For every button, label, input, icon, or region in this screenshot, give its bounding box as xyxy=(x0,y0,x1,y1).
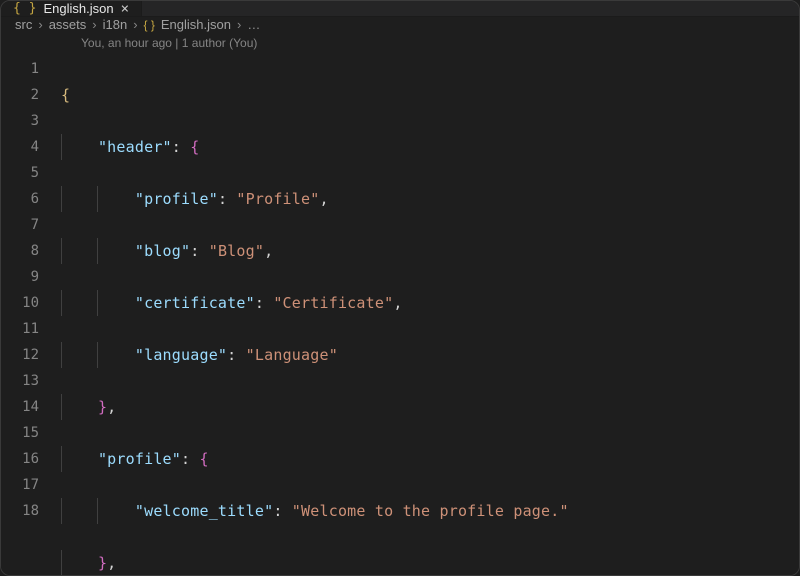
chevron-right-icon: › xyxy=(38,17,42,32)
chevron-right-icon: › xyxy=(92,17,96,32)
line-number: 7 xyxy=(1,212,61,238)
breadcrumb[interactable]: src › assets › i18n › { } English.json ›… xyxy=(1,17,799,32)
line-number: 8 xyxy=(1,238,61,264)
line-number: 18 xyxy=(1,498,61,524)
line-number: 1 xyxy=(1,56,61,82)
chevron-right-icon: › xyxy=(237,17,241,32)
breadcrumb-seg-file[interactable]: English.json xyxy=(161,17,231,32)
breadcrumb-seg-i18n[interactable]: i18n xyxy=(103,17,128,32)
line-number: 13 xyxy=(1,368,61,394)
line-number: 5 xyxy=(1,160,61,186)
line-number: 6 xyxy=(1,186,61,212)
editor-wrapper: You, an hour ago | 1 author (You) 1 2 3 … xyxy=(1,32,799,576)
breadcrumb-seg-src[interactable]: src xyxy=(15,17,32,32)
line-number: 4 xyxy=(1,134,61,160)
line-number: 2 xyxy=(1,82,61,108)
line-number: 11 xyxy=(1,316,61,342)
chevron-right-icon: › xyxy=(133,17,137,32)
tab-filename: English.json xyxy=(43,1,113,16)
breadcrumb-seg-assets[interactable]: assets xyxy=(49,17,87,32)
json-file-icon: { } xyxy=(13,1,36,16)
line-number: 16 xyxy=(1,446,61,472)
tab-strip: { } English.json × xyxy=(1,1,799,17)
line-number: 17 xyxy=(1,472,61,498)
breadcrumb-more[interactable]: … xyxy=(247,17,261,32)
line-number: 9 xyxy=(1,264,61,290)
editor-window: { } English.json × src › assets › i18n ›… xyxy=(0,0,800,576)
line-number-gutter: 1 2 3 4 5 6 7 8 9 10 11 12 13 14 15 16 1… xyxy=(1,56,61,576)
line-number: 3 xyxy=(1,108,61,134)
tab-english-json[interactable]: { } English.json × xyxy=(1,1,142,16)
code-area[interactable]: { "header": { "profile": "Profile", "blo… xyxy=(61,56,799,576)
line-number: 15 xyxy=(1,420,61,446)
close-icon[interactable]: × xyxy=(121,2,129,16)
json-file-icon: { } xyxy=(144,18,155,32)
codelens-authors[interactable]: You, an hour ago | 1 author (You) xyxy=(1,32,799,54)
line-number: 12 xyxy=(1,342,61,368)
editor-body: 1 2 3 4 5 6 7 8 9 10 11 12 13 14 15 16 1… xyxy=(1,54,799,576)
line-number: 10 xyxy=(1,290,61,316)
line-number: 14 xyxy=(1,394,61,420)
